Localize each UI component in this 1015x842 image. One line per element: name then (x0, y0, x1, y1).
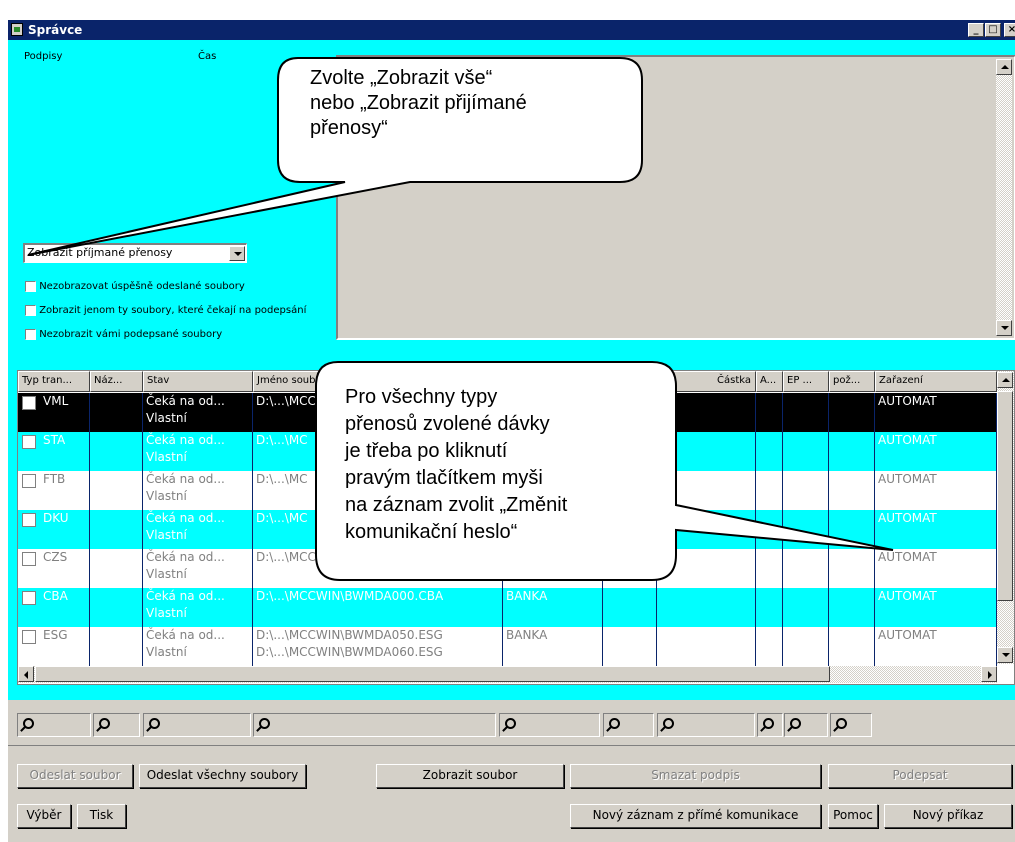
callout-2-line: pravým tlačítkem myši (345, 467, 543, 489)
callout-2-line: je třeba po kliknutí (345, 440, 508, 462)
callout-1-line: Zvolte „Zobrazit vše“ (310, 67, 493, 89)
callout-1-line: nebo „Zobrazit přijímané (310, 92, 527, 114)
callout-1-text: Zvolte „Zobrazit vše“ nebo „Zobrazit při… (310, 66, 527, 141)
callout-2-line: na záznam zvolit „Změnit (345, 494, 568, 516)
callout-1-line: přenosy“ (310, 117, 388, 139)
callout-2-line: komunikační heslo“ (345, 521, 518, 543)
callout-2-text: Pro všechny typy přenosů zvolené dávky j… (345, 384, 567, 546)
callout-2-line: přenosů zvolené dávky (345, 413, 550, 435)
callout-2-line: Pro všechny typy (345, 386, 498, 408)
